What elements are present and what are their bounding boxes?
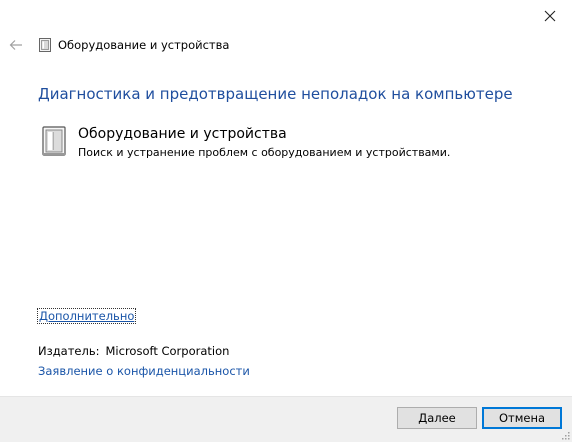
footer-bar: Далее Отмена (0, 396, 572, 442)
next-button-label: алее (427, 411, 456, 425)
resize-grip-icon[interactable] (560, 430, 570, 440)
next-button[interactable]: Далее (397, 407, 477, 429)
hardware-device-icon (42, 126, 66, 156)
item-title: Оборудование и устройства (78, 126, 287, 142)
cancel-button[interactable]: Отмена (482, 407, 562, 429)
page-heading: Диагностика и предотвращение неполадок н… (38, 85, 513, 103)
publisher-label: Издатель: (38, 344, 100, 358)
publisher-info: Издатель: Microsoft Corporation (38, 344, 229, 358)
back-arrow-icon (9, 40, 22, 50)
troubleshooter-window: Оборудование и устройства Диагностика и … (0, 0, 572, 442)
item-description: Поиск и устранение проблем с оборудовани… (78, 146, 451, 159)
privacy-statement-link[interactable]: Заявление о конфиденциальности (38, 364, 250, 378)
close-icon (544, 10, 556, 22)
hardware-device-icon (39, 38, 51, 52)
troubleshooter-item: Оборудование и устройства Поиск и устран… (38, 125, 450, 160)
window-title: Оборудование и устройства (58, 38, 230, 52)
title-bar-nav: Оборудование и устройства (8, 35, 229, 55)
next-button-accel: Д (418, 411, 428, 425)
close-button[interactable] (536, 2, 564, 30)
publisher-value: Microsoft Corporation (105, 344, 230, 358)
back-button[interactable] (8, 37, 24, 53)
advanced-link[interactable]: Дополнительно (36, 308, 137, 324)
